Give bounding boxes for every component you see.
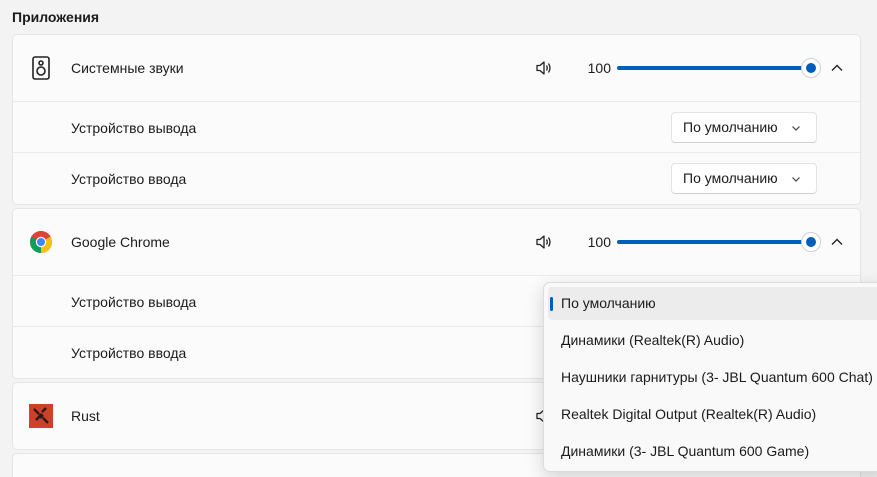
output-device-dropdown[interactable]: По умолчанию <box>671 112 817 143</box>
menu-item-realtek-digital[interactable]: Realtek Digital Output (Realtek(R) Audio… <box>548 398 877 431</box>
app-name: Rust <box>71 408 100 424</box>
output-device-label: Устройство вывода <box>71 120 197 136</box>
chevron-up-icon[interactable] <box>829 234 845 250</box>
menu-item-label: Динамики (3- JBL Quantum 600 Game) <box>561 443 810 459</box>
menu-item-label: Realtek Digital Output (Realtek(R) Audio… <box>561 406 817 422</box>
volume-slider-thumb[interactable] <box>801 58 821 78</box>
output-device-label: Устройство вывода <box>71 294 197 310</box>
app-row-google-chrome[interactable]: Google Chrome 100 <box>13 209 860 275</box>
volume-value: 100 <box>587 234 611 250</box>
volume-slider[interactable] <box>617 58 821 78</box>
speaker-device-icon <box>32 56 50 80</box>
section-title: Приложения <box>12 9 100 25</box>
volume-slider-thumb[interactable] <box>801 232 821 252</box>
app-row-system-sounds[interactable]: Системные звуки 100 <box>13 35 860 101</box>
volume-slider-fill <box>617 66 805 70</box>
menu-item-jbl-chat-headset[interactable]: Наушники гарнитуры (3- JBL Quantum 600 C… <box>548 361 877 394</box>
app-card-system-sounds: Системные звуки 100 Устройство вывода По… <box>12 34 861 205</box>
menu-item-default[interactable]: По умолчанию <box>548 287 877 320</box>
input-device-label: Устройство ввода <box>71 345 187 361</box>
chevron-down-icon <box>792 177 800 182</box>
menu-item-label: Динамики (Realtek(R) Audio) <box>561 332 745 348</box>
chevron-down-icon <box>792 126 800 131</box>
output-device-menu: По умолчанию Динамики (Realtek(R) Audio)… <box>543 282 877 472</box>
menu-item-label: По умолчанию <box>561 295 656 311</box>
volume-value: 100 <box>587 60 611 76</box>
output-device-row: Устройство вывода По умолчанию <box>13 101 860 152</box>
menu-item-jbl-game-speakers[interactable]: Динамики (3- JBL Quantum 600 Game) <box>548 435 877 468</box>
app-name: Google Chrome <box>71 234 170 250</box>
chrome-icon <box>30 231 52 253</box>
app-name: Системные звуки <box>71 60 184 76</box>
menu-item-label: Наушники гарнитуры (3- JBL Quantum 600 C… <box>561 369 873 385</box>
input-device-label: Устройство ввода <box>71 171 187 187</box>
rust-icon <box>29 404 53 428</box>
input-device-row: Устройство ввода По умолчанию <box>13 152 860 203</box>
dropdown-value: По умолчанию <box>683 170 778 186</box>
input-device-dropdown[interactable]: По умолчанию <box>671 163 817 194</box>
volume-icon[interactable] <box>535 233 553 251</box>
volume-icon[interactable] <box>535 59 553 77</box>
volume-slider-fill <box>617 240 805 244</box>
menu-item-realtek-speakers[interactable]: Динамики (Realtek(R) Audio) <box>548 324 877 357</box>
volume-slider[interactable] <box>617 232 821 252</box>
dropdown-value: По умолчанию <box>683 119 778 135</box>
chevron-up-icon[interactable] <box>829 60 845 76</box>
